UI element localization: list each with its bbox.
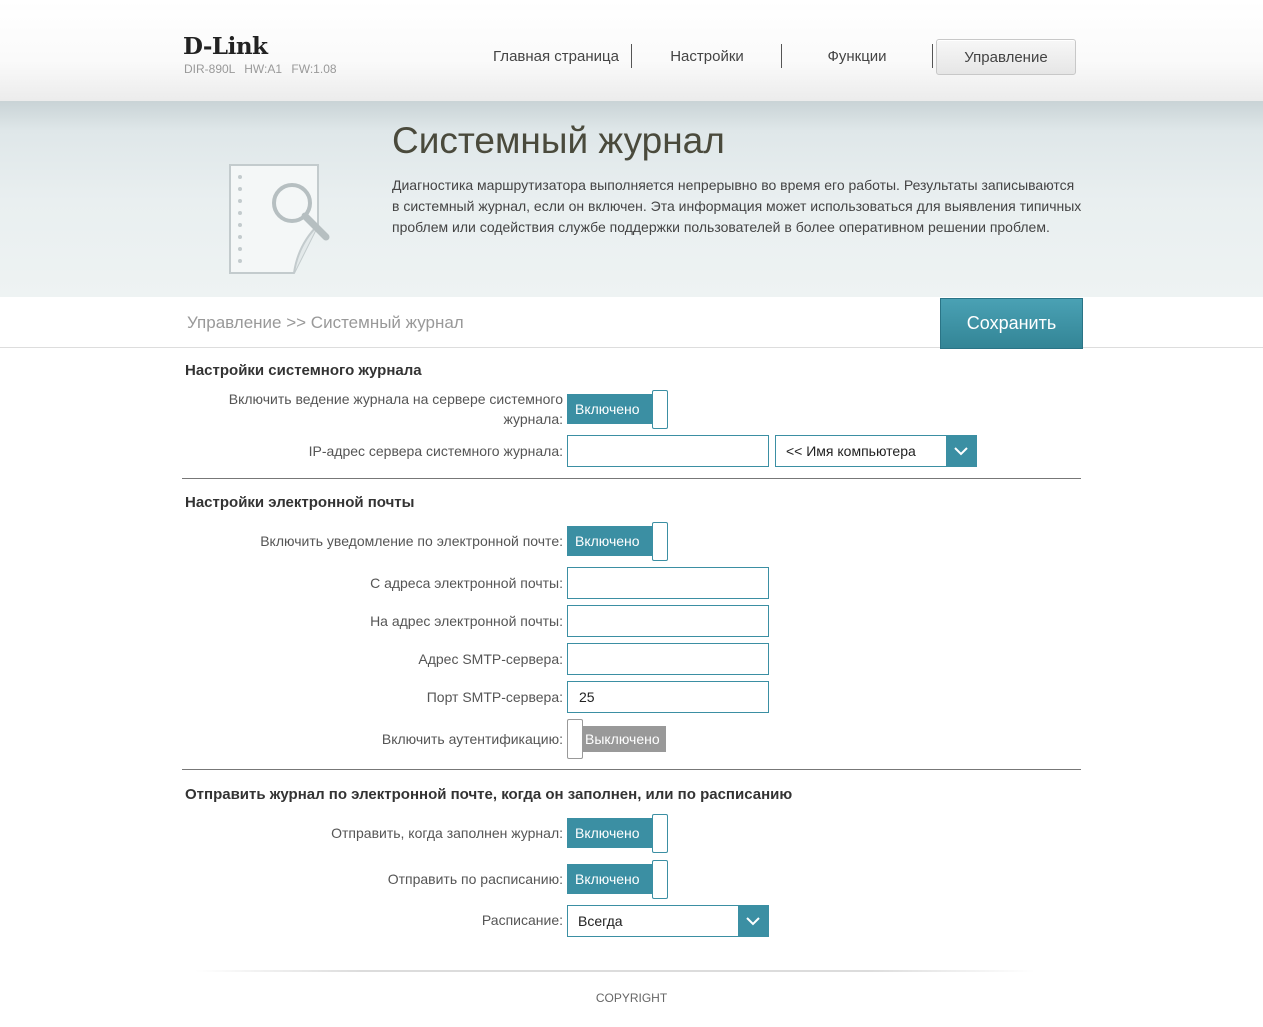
toggle-knob[interactable] (652, 860, 668, 899)
email-section-title: Настройки электронной почты (185, 494, 415, 511)
nav-management[interactable]: Управление (936, 39, 1076, 75)
model-name: DIR-890L (184, 62, 235, 76)
device-info: DIR-890L HW:A1 FW:1.08 (184, 62, 337, 76)
email-to-label: На адрес электронной почты: (370, 613, 563, 629)
syslog-ip-label: IP-адрес сервера системного журнала: (308, 443, 563, 459)
send-on-schedule-label: Отправить по расписанию: (387, 871, 563, 887)
toggle-knob[interactable] (652, 390, 668, 429)
email-to-input[interactable] (567, 605, 769, 637)
hw-version: HW:A1 (244, 62, 283, 76)
footer-divider (195, 970, 1035, 972)
auth-toggle[interactable]: Выключено (567, 719, 667, 759)
smtp-server-label: Адрес SMTP-сервера: (418, 651, 563, 667)
toggle-state: Выключено (580, 726, 666, 752)
syslog-enable-toggle[interactable]: Включено (567, 390, 668, 429)
computer-name-select-value: << Имя компьютера (786, 443, 916, 459)
email-notify-toggle[interactable]: Включено (567, 522, 668, 561)
top-header: D-Link DIR-890L HW:A1 FW:1.08 Главная ст… (0, 0, 1263, 102)
copyright: COPYRIGHT (595, 991, 668, 1005)
auth-label: Включить аутентификацию: (381, 731, 563, 747)
toggle-knob[interactable] (652, 522, 668, 561)
smtp-server-input[interactable] (567, 643, 769, 675)
send-section-title: Отправить журнал по электронной почте, к… (185, 786, 793, 803)
syslog-ip-input[interactable] (567, 435, 769, 467)
toggle-knob[interactable] (567, 719, 583, 759)
nav-features[interactable]: Функции (790, 39, 924, 73)
toggle-state: Включено (567, 394, 652, 424)
chevron-down-icon[interactable] (738, 906, 768, 936)
toggle-state: Включено (567, 526, 652, 556)
fw-version: FW:1.08 (291, 62, 337, 76)
smtp-port-input[interactable]: 25 (567, 681, 769, 713)
toggle-state: Включено (567, 818, 652, 848)
schedule-label: Расписание: (481, 912, 563, 928)
nav-settings[interactable]: Настройки (640, 39, 774, 73)
send-on-schedule-toggle[interactable]: Включено (567, 860, 668, 899)
smtp-port-label: Порт SMTP-сервера: (426, 689, 563, 705)
nav-divider (631, 44, 632, 68)
toggle-state: Включено (567, 864, 652, 894)
page-description: Диагностика маршрутизатора выполняется н… (392, 177, 1082, 235)
syslog-enable-label: Включить ведение журнала на сервере сист… (228, 391, 563, 427)
syslog-section-title: Настройки системного журнала (185, 362, 422, 379)
chevron-down-icon[interactable] (946, 436, 976, 466)
nav-divider (932, 44, 933, 68)
log-document-search-icon (229, 164, 330, 274)
section-divider (182, 478, 1081, 479)
section-divider (182, 769, 1081, 770)
dlink-logo[interactable]: D-Link (183, 33, 268, 60)
email-notify-label: Включить уведомление по электронной почт… (260, 533, 563, 549)
send-when-full-toggle[interactable]: Включено (567, 814, 668, 853)
computer-name-select[interactable]: << Имя компьютера (775, 435, 977, 467)
schedule-select-value: Всегда (578, 913, 623, 929)
page-title: Системный журнал (392, 120, 725, 161)
email-from-label: С адреса электронной почты: (370, 575, 563, 591)
toggle-knob[interactable] (652, 814, 668, 853)
email-from-input[interactable] (567, 567, 769, 599)
nav-home[interactable]: Главная страница (484, 39, 628, 73)
breadcrumb: Управление >> Системный журнал (187, 313, 464, 332)
nav-divider (781, 44, 782, 68)
send-when-full-label: Отправить, когда заполнен журнал: (331, 825, 563, 841)
schedule-select[interactable]: Всегда (567, 905, 769, 937)
save-button[interactable]: Сохранить (940, 298, 1083, 349)
